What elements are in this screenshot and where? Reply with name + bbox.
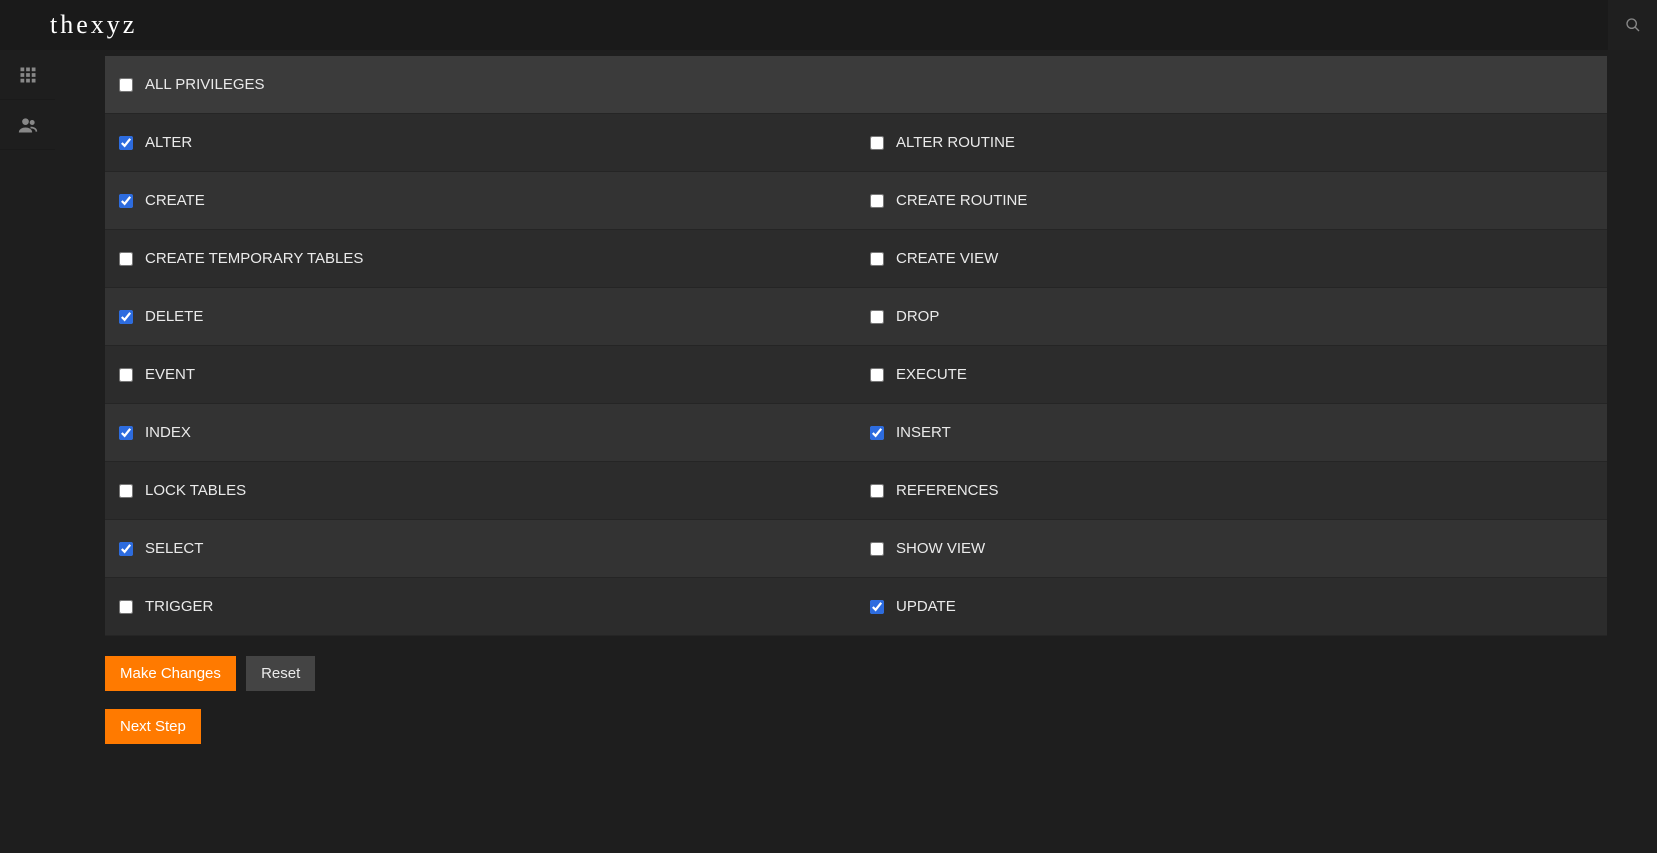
topbar: thexyz [0, 0, 1657, 50]
privilege-label: LOCK TABLES [145, 482, 246, 499]
checkbox-update[interactable] [870, 600, 884, 614]
privilege-row: LOCK TABLES REFERENCES [105, 462, 1607, 520]
privilege-label: ALTER [145, 134, 192, 151]
privilege-cell[interactable]: INSERT [856, 404, 1607, 461]
privilege-label: TRIGGER [145, 598, 213, 615]
privilege-row: INDEX INSERT [105, 404, 1607, 462]
checkbox-create[interactable] [119, 194, 133, 208]
brand-logo: thexyz [50, 10, 137, 40]
checkbox-create-routine[interactable] [870, 194, 884, 208]
checkbox-create-temporary-tables[interactable] [119, 252, 133, 266]
privilege-label: DROP [896, 308, 939, 325]
privilege-label: EVENT [145, 366, 195, 383]
privilege-row: CREATE CREATE ROUTINE [105, 172, 1607, 230]
next-step-row: Next Step [105, 709, 1607, 744]
privilege-label: CREATE ROUTINE [896, 192, 1027, 209]
privilege-cell[interactable]: CREATE VIEW [856, 230, 1607, 287]
privilege-label: EXECUTE [896, 366, 967, 383]
privilege-cell[interactable]: ALTER [105, 114, 856, 171]
privilege-row: EVENT EXECUTE [105, 346, 1607, 404]
privilege-cell[interactable]: INDEX [105, 404, 856, 461]
privilege-cell[interactable]: CREATE TEMPORARY TABLES [105, 230, 856, 287]
privilege-cell-all[interactable]: ALL PRIVILEGES [105, 56, 1607, 113]
privilege-cell[interactable]: REFERENCES [856, 462, 1607, 519]
privilege-cell[interactable]: UPDATE [856, 578, 1607, 635]
topbar-right [1607, 0, 1657, 50]
privilege-label: REFERENCES [896, 482, 999, 499]
checkbox-select[interactable] [119, 542, 133, 556]
search-button[interactable] [1607, 0, 1657, 50]
actions-row: Make Changes Reset [105, 656, 1607, 691]
privilege-label: UPDATE [896, 598, 956, 615]
privilege-row: SELECT SHOW VIEW [105, 520, 1607, 578]
sidebar [0, 50, 55, 853]
checkbox-trigger[interactable] [119, 600, 133, 614]
privilege-label: CREATE TEMPORARY TABLES [145, 250, 363, 267]
checkbox-event[interactable] [119, 368, 133, 382]
privilege-label: DELETE [145, 308, 203, 325]
checkbox-alter-routine[interactable] [870, 136, 884, 150]
privilege-cell[interactable]: TRIGGER [105, 578, 856, 635]
checkbox-drop[interactable] [870, 310, 884, 324]
privilege-label: INSERT [896, 424, 951, 441]
privilege-label: CREATE [145, 192, 205, 209]
privilege-cell[interactable]: DROP [856, 288, 1607, 345]
checkbox-alter[interactable] [119, 136, 133, 150]
checkbox-show-view[interactable] [870, 542, 884, 556]
grid-icon [19, 66, 37, 84]
privilege-row: ALTER ALTER ROUTINE [105, 114, 1607, 172]
sidebar-item-apps[interactable] [0, 50, 55, 100]
search-icon [1625, 17, 1641, 33]
privilege-row: TRIGGER UPDATE [105, 578, 1607, 636]
checkbox-execute[interactable] [870, 368, 884, 382]
privilege-label: ALTER ROUTINE [896, 134, 1015, 151]
reset-button[interactable]: Reset [246, 656, 315, 691]
users-icon [18, 116, 38, 134]
label-all-privileges: ALL PRIVILEGES [145, 76, 265, 93]
checkbox-index[interactable] [119, 426, 133, 440]
privilege-row: DELETE DROP [105, 288, 1607, 346]
privileges-table: ALL PRIVILEGES ALTERALTER ROUTINECREATEC… [105, 56, 1607, 636]
make-changes-button[interactable]: Make Changes [105, 656, 236, 691]
privilege-cell[interactable]: DELETE [105, 288, 856, 345]
privilege-label: SELECT [145, 540, 203, 557]
checkbox-delete[interactable] [119, 310, 133, 324]
sidebar-item-users[interactable] [0, 100, 55, 150]
privilege-cell[interactable]: ALTER ROUTINE [856, 114, 1607, 171]
content: ALL PRIVILEGES ALTERALTER ROUTINECREATEC… [55, 50, 1657, 853]
privilege-cell[interactable]: LOCK TABLES [105, 462, 856, 519]
privilege-cell[interactable]: SELECT [105, 520, 856, 577]
privilege-cell[interactable]: CREATE ROUTINE [856, 172, 1607, 229]
checkbox-create-view[interactable] [870, 252, 884, 266]
privilege-label: SHOW VIEW [896, 540, 985, 557]
privilege-cell[interactable]: SHOW VIEW [856, 520, 1607, 577]
privilege-cell[interactable]: EVENT [105, 346, 856, 403]
checkbox-references[interactable] [870, 484, 884, 498]
privilege-label: INDEX [145, 424, 191, 441]
privilege-cell[interactable]: EXECUTE [856, 346, 1607, 403]
checkbox-insert[interactable] [870, 426, 884, 440]
checkbox-lock-tables[interactable] [119, 484, 133, 498]
privilege-label: CREATE VIEW [896, 250, 998, 267]
next-step-button[interactable]: Next Step [105, 709, 201, 744]
privilege-cell[interactable]: CREATE [105, 172, 856, 229]
privilege-row: CREATE TEMPORARY TABLES CREATE VIEW [105, 230, 1607, 288]
checkbox-all-privileges[interactable] [119, 78, 133, 92]
privilege-row-all: ALL PRIVILEGES [105, 56, 1607, 114]
